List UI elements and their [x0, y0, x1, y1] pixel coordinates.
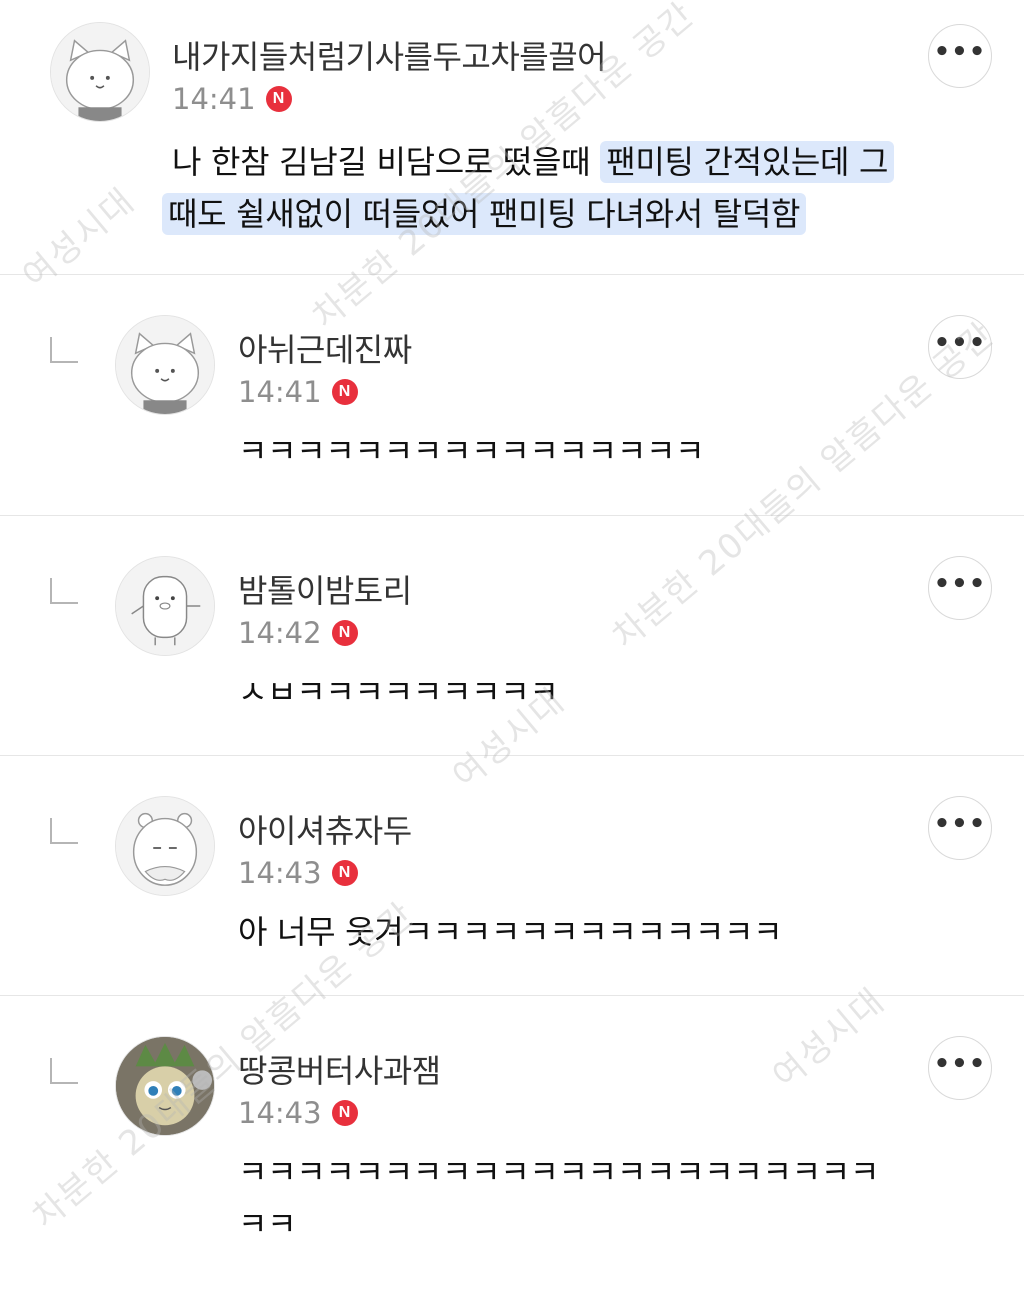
avatar[interactable]	[115, 1036, 215, 1136]
comment-item: 내가지들처럼기사를두고차를끌어 14:41 N ••• 나 한참 김남길 비담으…	[0, 0, 1024, 275]
comment-text-plain: 나 한참 김남길 비담으로 떴을때	[172, 143, 601, 181]
hamster-avatar-icon	[116, 797, 214, 895]
bear-avatar-icon	[116, 316, 214, 414]
more-options-button[interactable]: •••	[928, 24, 992, 88]
more-options-button[interactable]: •••	[928, 556, 992, 620]
comment-time: 14:42	[238, 616, 322, 650]
avatar[interactable]	[50, 22, 150, 122]
character-avatar-icon	[116, 1037, 214, 1135]
comment-text-highlight: 때도 쉴새없이 떠들었어 팬미팅 다녀와서 탈덕함	[162, 193, 807, 235]
comment-text: ㅋㅋㅋㅋㅋㅋㅋㅋㅋㅋㅋㅋㅋㅋㅋㅋㅋㅋㅋㅋㅋㅋ ㅋㅋ	[238, 1146, 879, 1250]
comment-time: 14:43	[238, 856, 322, 890]
more-icon: •••	[933, 37, 987, 67]
comment-meta: 14:41 N	[238, 375, 358, 409]
comment-text: 아 너무 웃겨ㅋㅋㅋㅋㅋㅋㅋㅋㅋㅋㅋㅋㅋ	[238, 913, 783, 951]
comment-time: 14:41	[172, 82, 256, 116]
avatar[interactable]	[115, 315, 215, 415]
reply-indicator-icon	[50, 578, 78, 604]
reply-item: 아이셔츄자두 14:43 N ••• 아 너무 웃겨ㅋㅋㅋㅋㅋㅋㅋㅋㅋㅋㅋㅋㅋ	[0, 756, 1024, 996]
reply-indicator-icon	[50, 818, 78, 844]
comment-meta: 14:41 N	[172, 82, 292, 116]
new-badge: N	[331, 620, 358, 646]
more-options-button[interactable]: •••	[928, 315, 992, 379]
comment-text-line: ㅋㅋㅋㅋㅋㅋㅋㅋㅋㅋㅋㅋㅋㅋㅋㅋㅋㅋㅋㅋㅋㅋ	[238, 1153, 880, 1191]
comment-nickname[interactable]: 땅콩버터사과잼	[238, 1046, 441, 1092]
avatar[interactable]	[115, 796, 215, 896]
avatar[interactable]	[115, 556, 215, 656]
comment-text: ㅋㅋㅋㅋㅋㅋㅋㅋㅋㅋㅋㅋㅋㅋㅋㅋ	[238, 432, 705, 470]
comment-nickname[interactable]: 내가지들처럼기사를두고차를끌어	[172, 32, 607, 78]
comment-nickname[interactable]: 아뉘근데진짜	[238, 325, 412, 371]
more-options-button[interactable]: •••	[928, 796, 992, 860]
reply-indicator-icon	[50, 1058, 78, 1084]
reply-item: 밤톨이밤토리 14:42 N ••• ㅅㅂㅋㅋㅋㅋㅋㅋㅋㅋㅋ	[0, 516, 1024, 756]
comment-nickname[interactable]: 밤톨이밤토리	[238, 566, 412, 612]
comment-nickname[interactable]: 아이셔츄자두	[238, 806, 412, 852]
comment-time: 14:41	[238, 375, 322, 409]
new-badge: N	[265, 86, 292, 112]
comment-text-line: ㅋㅋ	[238, 1205, 297, 1243]
reply-item: 아뉘근데진짜 14:41 N ••• ㅋㅋㅋㅋㅋㅋㅋㅋㅋㅋㅋㅋㅋㅋㅋㅋ	[0, 275, 1024, 516]
bear-avatar-icon	[51, 23, 149, 121]
more-options-button[interactable]: •••	[928, 1036, 992, 1100]
more-icon: •••	[933, 1049, 987, 1079]
comment-meta: 14:42 N	[238, 616, 358, 650]
comment-text-highlight: 팬미팅 간적있는데 그	[600, 141, 895, 183]
more-icon: •••	[933, 569, 987, 599]
new-badge: N	[331, 860, 358, 886]
comment-meta: 14:43 N	[238, 1096, 358, 1130]
new-badge: N	[331, 379, 358, 405]
comment-text: 나 한참 김남길 비담으로 떴을때 팬미팅 간적있는데 그 때도 쉴새없이 떠들…	[162, 136, 982, 240]
new-badge: N	[331, 1100, 358, 1126]
comment-meta: 14:43 N	[238, 856, 358, 890]
comment-time: 14:43	[238, 1096, 322, 1130]
penguin-avatar-icon	[116, 557, 214, 655]
reply-item: 땅콩버터사과잼 14:43 N ••• ㅋㅋㅋㅋㅋㅋㅋㅋㅋㅋㅋㅋㅋㅋㅋㅋㅋㅋㅋㅋ…	[0, 996, 1024, 1289]
reply-indicator-icon	[50, 337, 78, 363]
more-icon: •••	[933, 328, 987, 358]
more-icon: •••	[933, 809, 987, 839]
comment-text: ㅅㅂㅋㅋㅋㅋㅋㅋㅋㅋㅋ	[238, 673, 559, 711]
